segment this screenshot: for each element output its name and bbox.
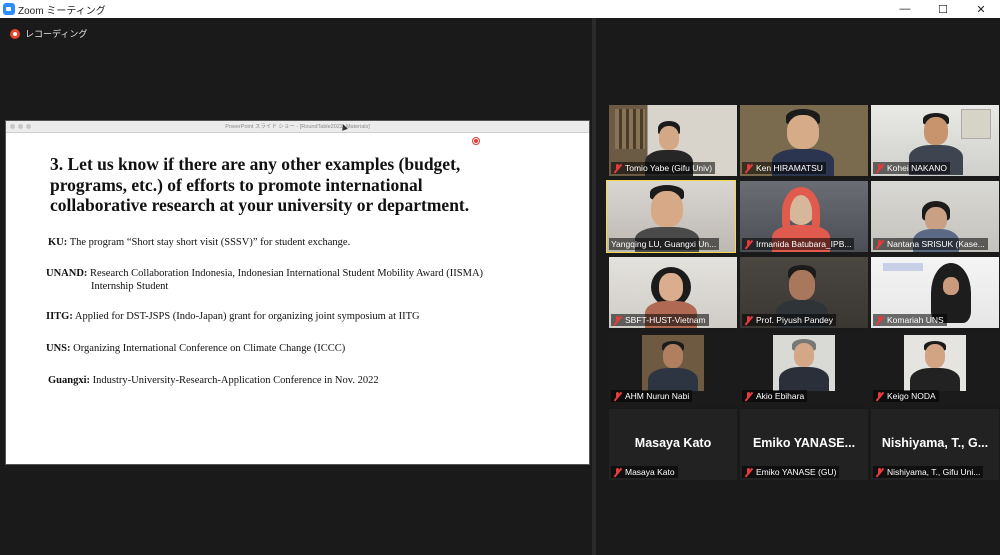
slide-heading: 3. Let us know if there are any other ex… [50, 154, 570, 216]
participant-tile[interactable]: SBFT-HUST-Vietnam [609, 257, 737, 328]
participant-tile-no-video[interactable]: Nishiyama, T., G... Nishiyama, T., Gifu … [871, 409, 999, 480]
participant-display-name: Emiko YANASE... [752, 436, 856, 450]
participant-name-bar: Masaya Kato [611, 466, 678, 478]
panel-divider[interactable] [592, 18, 596, 555]
slide-item-text: Applied for DST-JSPS (Indo-Japan) grant … [74, 311, 420, 322]
participant-name-bar: Kohei NAKANO [873, 162, 950, 174]
shared-window-title: PowerPoint スライド ショー - [RoundTable2022_Ma… [225, 124, 370, 130]
participant-tile[interactable]: Akio Ebihara [740, 333, 868, 404]
slide-item-key: UNAND: [46, 268, 88, 279]
participant-display-name: Nishiyama, T., G... [881, 436, 989, 450]
mic-muted-icon [613, 391, 622, 401]
zoom-logo-icon [3, 3, 15, 15]
slide-item-unand: UNAND: Research Collaboration Indonesia,… [46, 267, 566, 293]
participant-name-bar: Prof. Piyush Pandey [742, 314, 837, 326]
mic-muted-icon [875, 163, 884, 173]
participant-name-bar: Yangqing LU, Guangxi Un... [609, 238, 720, 250]
mic-muted-icon [875, 315, 884, 325]
slide-heading-line: collaborative research at your universit… [50, 195, 470, 215]
participant-name-bar: AHM Nurun Nabi [611, 390, 693, 402]
participant-name: Irmanida Batubara_IPB... [756, 239, 852, 249]
slide-item-text: Industry-University-Research-Application… [92, 375, 379, 386]
participant-name-bar: SBFT-HUST-Vietnam [611, 314, 709, 326]
mic-muted-icon [613, 315, 622, 325]
slide-item-text: Organizing International Conference on C… [73, 343, 346, 354]
recording-label: レコーディング [25, 29, 88, 39]
close-icon[interactable]: ✕ [962, 0, 1000, 18]
mic-muted-icon [744, 467, 753, 477]
mic-muted-icon [744, 163, 753, 173]
mic-muted-icon [613, 163, 622, 173]
participant-tile[interactable]: Prof. Piyush Pandey [740, 257, 868, 328]
participant-name: SBFT-HUST-Vietnam [625, 315, 706, 325]
participant-name: Prof. Piyush Pandey [756, 315, 834, 325]
participant-name: Keigo NODA [887, 391, 936, 401]
mic-muted-icon [875, 467, 884, 477]
participant-name-bar: Keigo NODA [873, 390, 939, 402]
participant-tile[interactable]: Kohei NAKANO [871, 105, 999, 176]
mic-muted-icon [875, 239, 884, 249]
slide-heading-line: 3. Let us know if there are any other ex… [50, 154, 461, 174]
participant-name-bar: Ken HIRAMATSU [742, 162, 826, 174]
record-icon [10, 28, 20, 39]
slide-item-key: KU: [48, 237, 68, 248]
participant-name: Masaya Kato [625, 467, 675, 477]
slide-item-guangxi: Guangxi: Industry-University-Research-Ap… [48, 374, 379, 387]
participant-name: Ken HIRAMATSU [756, 163, 823, 173]
participant-name-bar: Nishiyama, T., Gifu Uni... [873, 466, 984, 478]
participant-name: Kohei NAKANO [887, 163, 947, 173]
participant-name: Nishiyama, T., Gifu Uni... [887, 467, 981, 477]
shared-screen: PowerPoint スライド ショー - [RoundTable2022_Ma… [5, 120, 590, 465]
participant-name: Komariah UNS [887, 315, 944, 325]
participant-name-bar: Emiko YANASE (GU) [742, 466, 840, 478]
mic-muted-icon [744, 315, 753, 325]
slide-item-iitg: IITG: Applied for DST-JSPS (Indo-Japan) … [46, 310, 420, 323]
participant-tile-no-video[interactable]: Emiko YANASE... Emiko YANASE (GU) [740, 409, 868, 480]
mic-muted-icon [613, 467, 622, 477]
participant-name-bar: Irmanida Batubara_IPB... [742, 238, 855, 250]
slide-item-text: The program “Short stay short visit (SSS… [69, 237, 351, 248]
participant-name: Emiko YANASE (GU) [756, 467, 837, 477]
participant-name-bar: Tomio Yabe (Gifu Univ) [611, 162, 716, 174]
mic-muted-icon [744, 239, 753, 249]
slide-item-key: Guangxi: [48, 375, 91, 386]
slide-item-key: IITG: [46, 311, 73, 322]
laser-pointer-icon [473, 138, 479, 144]
participant-tile[interactable]: Keigo NODA [871, 333, 999, 404]
mic-muted-icon [744, 391, 753, 401]
participant-tile-no-video[interactable]: Masaya Kato Masaya Kato [609, 409, 737, 480]
window-title: Zoom ミーティング [18, 5, 106, 17]
window-titlebar: Zoom ミーティング — ☐ ✕ [0, 0, 1000, 18]
participant-tile[interactable]: Tomio Yabe (Gifu Univ) [609, 105, 737, 176]
maximize-icon[interactable]: ☐ [924, 0, 962, 18]
shared-window-titlebar: PowerPoint スライド ショー - [RoundTable2022_Ma… [6, 121, 589, 133]
window-controls-icon [10, 124, 31, 129]
participant-name-bar: Komariah UNS [873, 314, 947, 326]
participant-name: Yangqing LU, Guangxi Un... [611, 239, 717, 249]
participant-name: Nantana SRISUK (Kase... [887, 239, 985, 249]
minimize-icon[interactable]: — [886, 0, 924, 18]
slide-item-ku: KU: The program “Short stay short visit … [48, 236, 350, 249]
slide-item-uns: UNS: Organizing International Conference… [46, 342, 345, 355]
slide-item-key: UNS: [46, 343, 71, 354]
slide-item-text-cont: Internship Student [91, 281, 169, 292]
participant-display-name: Masaya Kato [634, 436, 712, 450]
participant-tile[interactable]: Nantana SRISUK (Kase... [871, 181, 999, 252]
mic-muted-icon [875, 391, 884, 401]
participant-name: AHM Nurun Nabi [625, 391, 690, 401]
participant-tile[interactable]: Ken HIRAMATSU [740, 105, 868, 176]
participant-tile-active-speaker[interactable]: Yangqing LU, Guangxi Un... [606, 180, 736, 253]
recording-indicator[interactable]: レコーディング [10, 27, 87, 40]
participant-tile[interactable]: AHM Nurun Nabi [609, 333, 737, 404]
slide-item-text: Research Collaboration Indonesia, Indone… [90, 268, 484, 279]
participant-name-bar: Akio Ebihara [742, 390, 808, 402]
slide-heading-line: programs, etc.) of efforts to promote in… [50, 174, 423, 195]
participant-tile[interactable]: Komariah UNS [871, 257, 999, 328]
participant-tile[interactable]: Irmanida Batubara_IPB... [740, 181, 868, 252]
participant-name-bar: Nantana SRISUK (Kase... [873, 238, 988, 250]
participant-name: Akio Ebihara [756, 391, 805, 401]
participant-name: Tomio Yabe (Gifu Univ) [625, 163, 713, 173]
